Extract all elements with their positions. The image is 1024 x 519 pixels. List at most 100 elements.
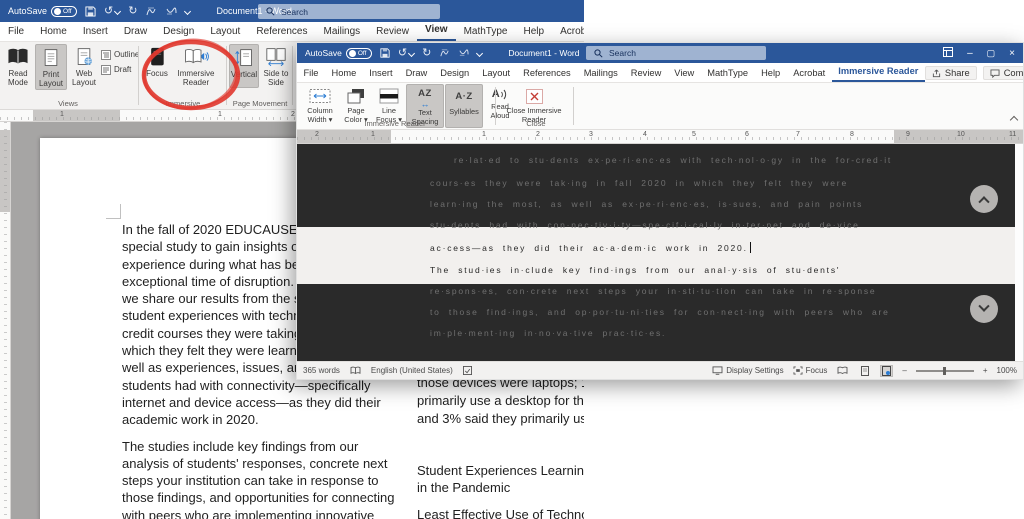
page-color-icon <box>347 89 364 104</box>
tab-mathtype[interactable]: MathType <box>701 68 755 82</box>
undo-icon[interactable]: ↺ <box>398 47 416 59</box>
document-column-2-paragraph: those devices were laptops; 18% primaril… <box>417 374 584 428</box>
focus-button[interactable]: Focus <box>142 44 172 88</box>
zoom-in-button[interactable]: + <box>983 366 988 375</box>
tab-insert[interactable]: Insert <box>363 68 399 82</box>
tab-references[interactable]: References <box>248 26 315 41</box>
print-layout-button[interactable]: Print Layout <box>35 44 67 91</box>
accessibility-icon[interactable] <box>462 366 472 375</box>
read-mode-view-button[interactable] <box>836 365 849 377</box>
vertical-button[interactable]: Vertical <box>229 44 259 89</box>
tab-file[interactable]: File <box>0 26 32 41</box>
share-icon <box>932 69 940 77</box>
chevron-up-icon <box>978 196 990 208</box>
line-focus-previous-button[interactable] <box>970 185 998 213</box>
draft-icon <box>101 64 111 75</box>
quick-access-more-icon[interactable] <box>184 7 192 15</box>
tab-home[interactable]: Home <box>32 26 75 41</box>
redo-icon[interactable]: ↻ <box>422 47 431 59</box>
tab-design[interactable]: Design <box>155 26 202 41</box>
column-width-icon <box>309 89 331 103</box>
tab-immersive-reader-active[interactable]: Immersive Reader <box>831 66 925 82</box>
toggle-dot <box>54 7 62 15</box>
scrollbar[interactable] <box>1015 144 1023 361</box>
word-count[interactable]: 365 words <box>303 366 340 375</box>
language-indicator[interactable]: English (United States) <box>371 366 453 375</box>
outline-button[interactable]: Outline <box>101 48 139 61</box>
mathtype-icon-1[interactable] <box>145 6 157 17</box>
syllables-icon: A·Z <box>455 91 473 102</box>
tab-draw[interactable]: Draw <box>399 68 434 82</box>
mathtype-icon-2[interactable] <box>458 48 469 58</box>
save-icon[interactable] <box>380 48 390 58</box>
tab-review[interactable]: Review <box>368 26 417 41</box>
zoom-level[interactable]: 100% <box>997 366 1017 375</box>
side-to-side-button[interactable]: Side to Side <box>260 44 292 88</box>
line-focus-next-button[interactable] <box>970 295 998 323</box>
doc-line: analysis of students' responses, concret… <box>122 455 388 471</box>
tab-file[interactable]: File <box>297 68 325 82</box>
web-layout-view-button[interactable] <box>880 364 894 377</box>
collapse-ribbon-icon[interactable] <box>1009 115 1019 125</box>
tab-mailings[interactable]: Mailings <box>577 68 624 82</box>
search-input[interactable]: Search <box>258 4 440 19</box>
immersive-reader-button[interactable]: Immersive Reader <box>174 44 218 88</box>
vertical-ruler[interactable] <box>0 122 11 519</box>
undo-icon[interactable]: ↺ <box>104 5 122 17</box>
restore-button[interactable]: ▢ <box>987 48 996 59</box>
web-layout-button[interactable]: Web Layout <box>68 44 100 90</box>
focus-icon <box>151 47 164 66</box>
tab-mathtype[interactable]: MathType <box>456 26 516 41</box>
immersive-reader-group-label: Immersive Reader <box>364 119 426 128</box>
proofing-book-icon[interactable] <box>350 366 361 375</box>
tab-layout[interactable]: Layout <box>476 68 517 82</box>
draft-button[interactable]: Draft <box>101 63 139 76</box>
zoom-out-button[interactable]: – <box>902 366 906 375</box>
immersive-group-label: Immersive <box>165 99 201 108</box>
tab-home[interactable]: Home <box>325 68 363 82</box>
autosave-toggle[interactable]: AutoSave Off <box>8 5 78 17</box>
search-input[interactable]: Search <box>586 46 766 60</box>
reader-line: re·lat·ed to stu·dents ex·pe·ri·enc·es w… <box>454 155 893 165</box>
tab-layout[interactable]: Layout <box>202 26 248 41</box>
autosave-label: AutoSave <box>8 6 48 16</box>
tab-view-active[interactable]: View <box>416 24 456 41</box>
tab-acrobat[interactable]: Acrobat <box>552 26 584 41</box>
tab-references[interactable]: References <box>517 68 578 82</box>
autosave-toggle[interactable]: AutoSave Off <box>305 47 372 59</box>
horizontal-ruler[interactable]: 2 1 1 2 3 4 5 6 7 8 9 10 11 <box>297 130 1023 144</box>
group-separator <box>292 46 293 105</box>
redo-icon[interactable]: ↻ <box>128 5 137 17</box>
comments-button[interactable]: Comments <box>982 66 1023 80</box>
focus-mode-button[interactable]: Focus <box>793 366 827 375</box>
reader-line: cours·es they were tak·ing in fall 2020 … <box>430 178 848 188</box>
quick-access-more-icon[interactable] <box>476 49 484 57</box>
read-mode-button[interactable]: Read Mode <box>2 44 34 90</box>
minimize-button[interactable]: – <box>967 48 973 59</box>
doc-line: those findings, and opportunities for co… <box>122 490 395 506</box>
tab-help[interactable]: Help <box>516 26 553 41</box>
tab-design[interactable]: Design <box>434 68 476 82</box>
print-layout-view-button[interactable] <box>858 365 871 377</box>
tab-mailings[interactable]: Mailings <box>315 26 368 41</box>
line-focus-highlight-band <box>297 227 1023 284</box>
ribbon-display-options-icon[interactable] <box>943 46 954 60</box>
tab-review[interactable]: Review <box>624 68 667 82</box>
save-icon[interactable] <box>85 5 96 17</box>
zoom-slider[interactable] <box>915 366 974 375</box>
share-button[interactable]: Share <box>924 66 977 80</box>
tab-insert[interactable]: Insert <box>75 26 116 41</box>
ribbon-tab-row: File Home Insert Draw Design Layout Refe… <box>0 22 584 42</box>
search-placeholder: Search <box>281 6 308 17</box>
display-settings-button[interactable]: Display Settings <box>712 366 784 375</box>
zoom-slider-thumb[interactable] <box>942 366 946 375</box>
close-button[interactable]: × <box>1009 48 1015 59</box>
mathtype-icon-1[interactable] <box>439 48 450 58</box>
tab-acrobat[interactable]: Acrobat <box>787 68 832 82</box>
tab-draw[interactable]: Draw <box>116 26 155 41</box>
mathtype-icon-2[interactable] <box>165 6 177 17</box>
tab-help[interactable]: Help <box>755 68 787 82</box>
group-separator <box>495 87 496 125</box>
text-cursor <box>749 242 751 253</box>
tab-view[interactable]: View <box>668 68 701 82</box>
